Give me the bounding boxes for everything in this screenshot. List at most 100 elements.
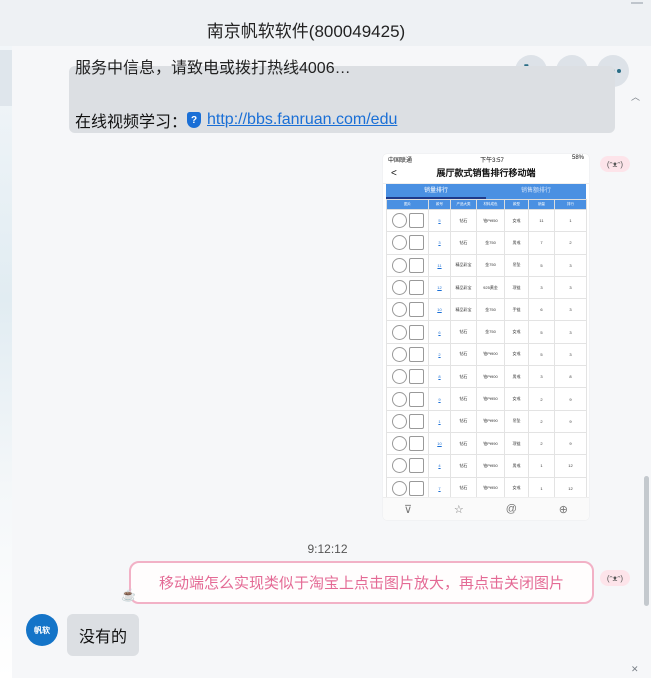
table-cell: 钻石 (450, 320, 477, 344)
at-icon: @ (505, 503, 517, 515)
jewelry-image (391, 324, 407, 340)
report-tabs: 销量排行 销售额排行 (386, 184, 586, 199)
table-cell[interactable]: 4 (428, 454, 451, 478)
product-thumbnail (386, 253, 429, 277)
jewelry-image (408, 458, 424, 474)
table-cell[interactable]: 9 (428, 387, 451, 411)
close-x-icon[interactable]: ✕ (631, 664, 639, 675)
table-cell: 2 (528, 431, 555, 456)
table-cell[interactable]: 10 (428, 298, 451, 322)
jewelry-image (391, 480, 407, 496)
product-thumbnail (386, 476, 429, 500)
table-cell: 金750 (476, 253, 505, 277)
outgoing-message-bubble[interactable]: 移动端怎么实现类似于淘宝上点击图片放大，再点击关闭图片 (129, 561, 594, 604)
chat-scrollbar[interactable] (644, 476, 649, 606)
table-cell: 钻石 (450, 342, 477, 367)
table-row: 12 精品彩宝 925黄金 项链 3 3 (386, 275, 587, 300)
table-cell: 女戒 (504, 387, 529, 411)
minimize-button[interactable] (631, 2, 643, 4)
jewelry-image (391, 369, 407, 385)
jewelry-image (391, 280, 407, 296)
table-cell: 925黄金 (476, 275, 505, 300)
table-cell: 女戒 (504, 342, 529, 367)
screenshot-image-message[interactable]: 中国联通 下午3:57 58% < 展厅款式销售排行移动端 销量排行 销售额排行… (383, 154, 589, 520)
table-row: 10 钻石 铂Pt990 项链 2 9 (386, 431, 587, 456)
chat-area[interactable]: 服务中信息，请致电或拨打热线4006… 在线视频学习： ? http://bbs… (12, 46, 651, 678)
jewelry-image (408, 280, 424, 296)
table-cell[interactable]: 6 (428, 320, 451, 344)
table-cell: 钻石 (450, 454, 477, 478)
title-bar: 南京帆软软件(800049425) (0, 0, 651, 47)
edu-link[interactable]: http://bbs.fanruan.com/edu (207, 111, 397, 129)
clipped-message-text: 服务中信息，请致电或拨打热线4006… (75, 60, 351, 77)
table-cell: 精品彩宝 (450, 275, 477, 300)
table-row: 8 钻石 铂Pt900 男戒 3 8 (386, 365, 587, 389)
contact-avatar-label: 帆软 (34, 625, 50, 635)
table-cell[interactable]: 8 (428, 365, 451, 389)
table-cell: 精品彩宝 (450, 253, 477, 277)
table-cell: 项链 (504, 275, 529, 300)
table-cell: 9 (554, 431, 587, 456)
table-cell[interactable]: 3 (428, 231, 451, 255)
jewelry-image (408, 235, 424, 251)
table-cell: 5 (528, 342, 555, 367)
star-icon: ☆ (453, 503, 464, 516)
table-cell[interactable]: 2 (428, 342, 451, 367)
collapse-icon[interactable]: ︿ (631, 90, 640, 103)
table-cell: 男戒 (504, 454, 529, 478)
my-avatar[interactable]: (ᵔᴥᵔ) (600, 156, 630, 172)
product-thumbnail (386, 208, 429, 233)
jewelry-image (408, 302, 424, 318)
table-cell: 女戒 (504, 208, 529, 233)
table-cell[interactable]: 7 (428, 476, 451, 500)
table-header: 排行 (554, 199, 587, 210)
incoming-message-bubble[interactable]: 服务中信息，请致电或拨打热线4006… 在线视频学习： ? http://bbs… (69, 60, 615, 133)
table-cell: 7 (528, 231, 555, 255)
phone-status-bar: 中国联通 下午3:57 58% (383, 154, 589, 164)
jewelry-image (408, 324, 424, 340)
table-cell[interactable]: 12 (428, 275, 451, 300)
table-cell: 铂Pt950 (476, 454, 505, 478)
table-row: 1 钻石 铂Pt990 吊坠 2 9 (386, 409, 587, 433)
table-row: 2 钻石 铂Pt900 女戒 5 3 (386, 342, 587, 367)
table-cell: 2 (528, 387, 555, 411)
table-cell[interactable]: 11 (428, 253, 451, 277)
table-cell: 男戒 (504, 231, 529, 255)
message-label: 在线视频学习： (75, 114, 188, 131)
table-cell: 钻石 (450, 409, 477, 433)
table-cell: 3 (554, 275, 587, 300)
product-thumbnail (386, 275, 429, 300)
filter-icon: ⊽ (403, 503, 413, 516)
jewelry-image (408, 480, 424, 496)
carrier-text: 中国联通 (388, 158, 413, 164)
back-icon: < (391, 168, 397, 179)
table-cell: 铂Pt990 (476, 409, 505, 433)
image-viewer-toolbar: ⊽ ☆ @ ⊕ (383, 497, 589, 520)
table-cell: 项链 (504, 431, 529, 456)
incoming-reply-bubble[interactable]: 没有的 (67, 614, 139, 656)
table-row: 5 钻石 铂Pt950 女戒 11 1 (386, 208, 587, 233)
table-cell: 3 (554, 298, 587, 322)
jewelry-image (408, 369, 424, 385)
jewelry-image (391, 346, 407, 362)
table-cell: 铂Pt900 (476, 365, 505, 389)
table-row: 10 精品彩宝 金750 手链 6 3 (386, 298, 587, 322)
table-cell: 金750 (476, 231, 505, 255)
table-cell[interactable]: 10 (428, 431, 451, 456)
zoom-in-icon[interactable]: ⊕ (559, 503, 568, 516)
table-cell: 铂Pt950 (476, 387, 505, 411)
table-cell[interactable]: 5 (428, 208, 451, 233)
table-header: 材料成色 (476, 199, 505, 210)
jewelry-image (391, 413, 407, 429)
table-cell: 钻石 (450, 476, 477, 500)
table-cell: 铂Pt990 (476, 431, 505, 456)
table-cell: 钻石 (450, 365, 477, 389)
table-header-row: 图片 款号 产品大类 材料成色 款型 销量 排行 (386, 199, 587, 210)
contact-avatar[interactable]: 帆软 (26, 614, 58, 646)
table-cell: 金750 (476, 298, 505, 322)
table-cell[interactable]: 1 (428, 409, 451, 433)
my-avatar[interactable]: (ᵔᴥᵔ) (600, 570, 630, 586)
report-title-text: 展厅款式销售排行移动端 (436, 168, 536, 178)
table-cell: 铂Pt900 (476, 342, 505, 367)
ranking-table: 图片 款号 产品大类 材料成色 款型 销量 排行 5 钻石 铂Pt950 女戒 11 1 3… (386, 199, 587, 500)
